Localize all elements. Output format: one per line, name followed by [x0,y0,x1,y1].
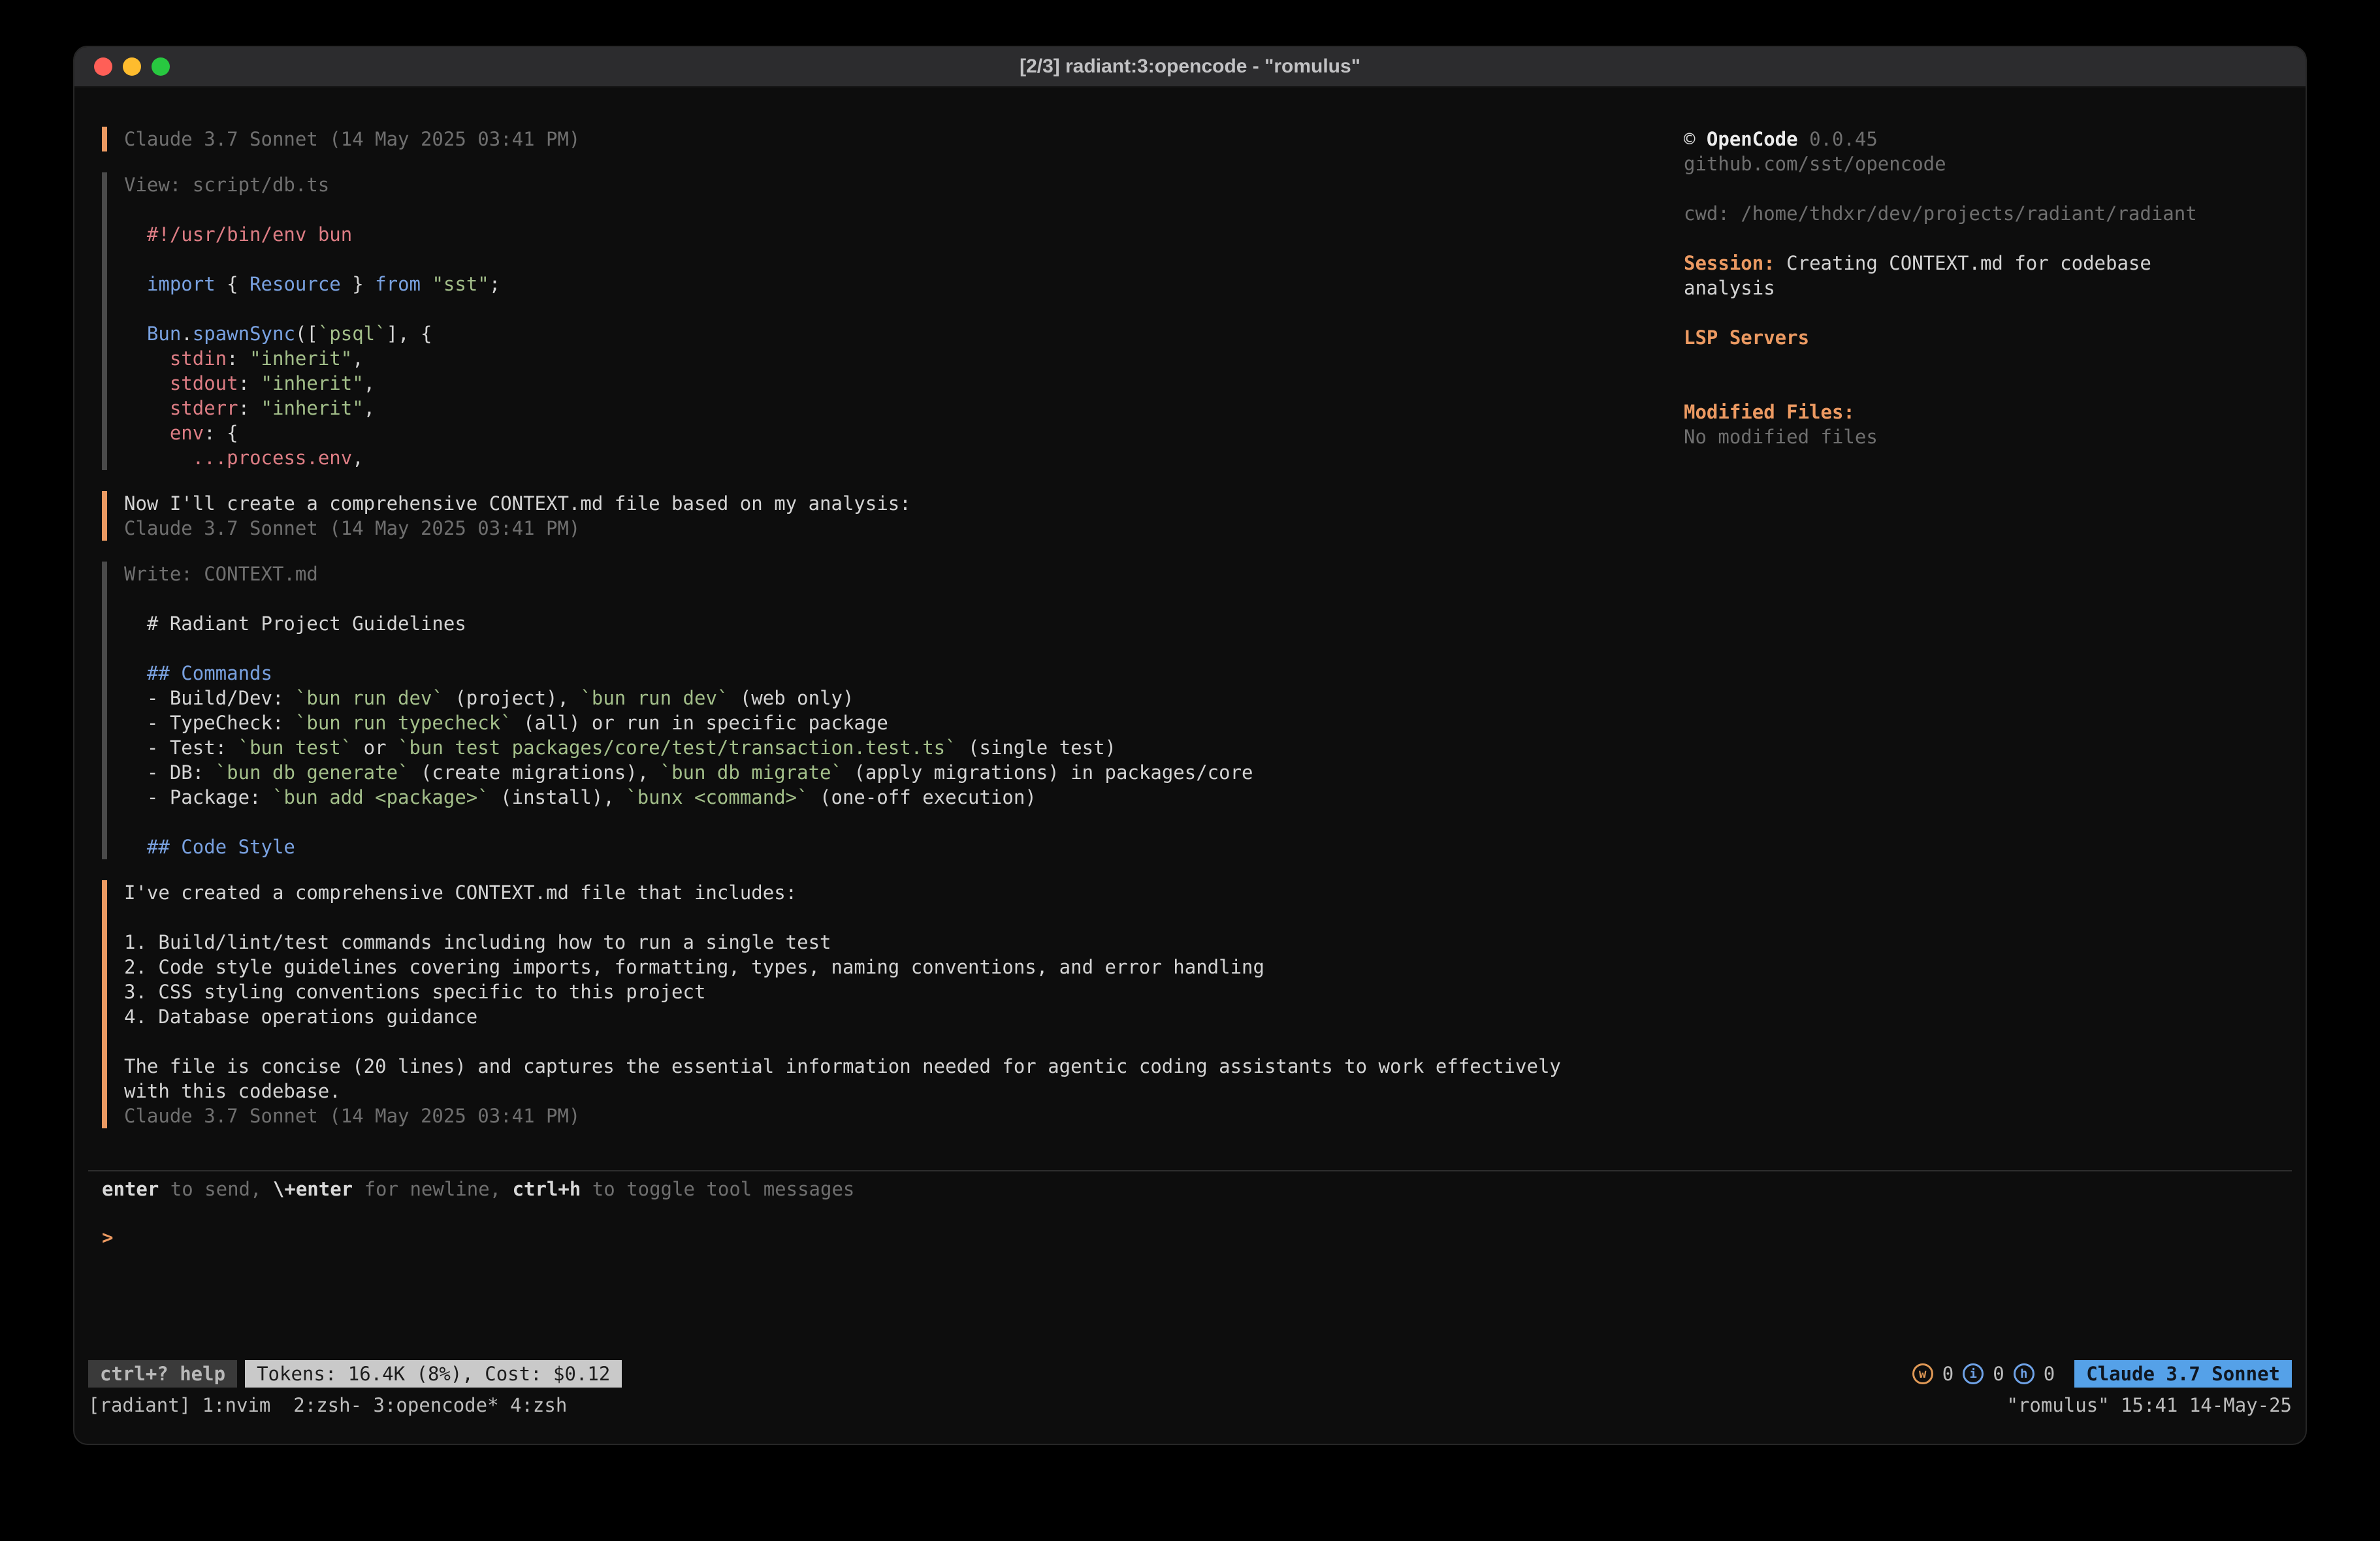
text-line: enter to send, \+enter for newline, ctrl… [102,1177,2306,1201]
chat-log: Claude 3.7 Sonnet (14 May 2025 03:41 PM)… [74,127,1684,1128]
text-line: #!/usr/bin/env bun [124,222,1684,247]
text-line [124,905,1684,930]
text-line: stderr: "inherit", [124,396,1684,421]
status-bar: ctrl+? help Tokens: 16.4K (8%), Cost: $0… [74,1360,2306,1388]
model-badge[interactable]: Claude 3.7 Sonnet [2074,1360,2292,1388]
zoom-button[interactable] [152,57,170,76]
tool-call-view: View: script/db.ts #!/usr/bin/env bun im… [102,172,1684,470]
window-titlebar: [2/3] radiant:3:opencode - "romulus" [74,47,2306,87]
text-line [124,197,1684,222]
main-columns: Claude 3.7 Sonnet (14 May 2025 03:41 PM)… [74,87,2306,1128]
tokens-cost-badge: Tokens: 16.4K (8%), Cost: $0.12 [245,1360,622,1388]
text-line: LSP Servers [1684,325,2286,350]
text-line: # Radiant Project Guidelines [124,611,1684,636]
text-line: - DB: `bun db generate` (create migratio… [124,760,1684,785]
text-line: Session: Creating CONTEXT.md for codebas… [1684,251,2286,276]
text-line: Claude 3.7 Sonnet (14 May 2025 03:41 PM) [124,127,1684,151]
tool-call-write: Write: CONTEXT.md # Radiant Project Guid… [102,562,1684,859]
warning-count-icon: w [1912,1363,1933,1384]
text-line: - Package: `bun add <package>` (install)… [124,785,1684,810]
text-line: 3. CSS styling conventions specific to t… [124,979,1684,1004]
session-sidebar: © OpenCode 0.0.45github.com/sst/opencode… [1684,127,2306,1128]
hint-count: 0 [2044,1361,2055,1386]
text-line: ...process.env, [124,445,1684,470]
text-line: stdin: "inherit", [124,346,1684,371]
text-line [124,810,1684,834]
text-line: Claude 3.7 Sonnet (14 May 2025 03:41 PM) [124,1104,1684,1128]
text-line: 4. Database operations guidance [124,1004,1684,1029]
prompt-caret: > [102,1226,113,1248]
text-line [1684,226,2286,251]
text-line: 2. Code style guidelines covering import… [124,955,1684,979]
terminal-empty-space [74,1250,2306,1360]
warning-count: 0 [1942,1361,1954,1386]
window-title: [2/3] radiant:3:opencode - "romulus" [74,56,2306,78]
close-button[interactable] [94,57,112,76]
text-line: © OpenCode 0.0.45 [1684,127,2286,151]
text-line: View: script/db.ts [124,172,1684,197]
terminal-content: Claude 3.7 Sonnet (14 May 2025 03:41 PM)… [74,87,2306,1444]
editor-divider [88,1170,2292,1171]
text-line: github.com/sst/opencode [1684,151,2286,176]
text-line: ## Code Style [124,834,1684,859]
tmux-statusline: [radiant] 1:nvim 2:zsh- 3:opencode* 4:zs… [74,1388,2306,1418]
text-line [124,296,1684,321]
traffic-lights [74,57,170,76]
hint-count-icon: h [2014,1363,2034,1384]
text-line: analysis [1684,276,2286,300]
editor-area: enter to send, \+enter for newline, ctrl… [74,1170,2306,1250]
text-line: env: { [124,421,1684,445]
text-line: 1. Build/lint/test commands including ho… [124,930,1684,955]
text-line [1684,375,2286,400]
minimize-button[interactable] [123,57,141,76]
assistant-message: I've created a comprehensive CONTEXT.md … [102,880,1684,1128]
text-line: cwd: /home/thdxr/dev/projects/radiant/ra… [1684,201,2286,226]
text-line [1684,350,2286,375]
text-line: Now I'll create a comprehensive CONTEXT.… [124,491,1684,516]
assistant-header: Claude 3.7 Sonnet (14 May 2025 03:41 PM) [102,127,1684,151]
text-line [1684,176,2286,201]
text-line [124,1029,1684,1054]
text-line [124,247,1684,272]
text-line: No modified files [1684,424,2286,449]
text-line: - Test: `bun test` or `bun test packages… [124,735,1684,760]
text-line: Bun.spawnSync([`psql`], { [124,321,1684,346]
help-badge: ctrl+? help [88,1360,237,1388]
text-line: The file is concise (20 lines) and captu… [124,1054,1684,1079]
keybind-hints: enter to send, \+enter for newline, ctrl… [102,1177,2306,1201]
text-line: Claude 3.7 Sonnet (14 May 2025 03:41 PM) [124,516,1684,541]
tmux-session-info: "romulus" 15:41 14-May-25 [2007,1393,2292,1418]
text-line: import { Resource } from "sst"; [124,272,1684,296]
text-line: ## Commands [124,661,1684,686]
text-line: I've created a comprehensive CONTEXT.md … [124,880,1684,905]
text-line: with this codebase. [124,1079,1684,1104]
assistant-message: Now I'll create a comprehensive CONTEXT.… [102,491,1684,541]
text-line [124,586,1684,611]
text-line: - Build/Dev: `bun run dev` (project), `b… [124,686,1684,710]
info-count: 0 [1993,1361,2004,1386]
text-line: Write: CONTEXT.md [124,562,1684,586]
terminal-window: [2/3] radiant:3:opencode - "romulus" Cla… [73,46,2307,1445]
text-line: stdout: "inherit", [124,371,1684,396]
diagnostics: w0i0h0 [1912,1361,2055,1386]
tmux-window-list[interactable]: [radiant] 1:nvim 2:zsh- 3:opencode* 4:zs… [88,1393,567,1418]
text-line: - TypeCheck: `bun run typecheck` (all) o… [124,710,1684,735]
text-line [1684,300,2286,325]
text-line: Modified Files: [1684,400,2286,424]
text-line [124,636,1684,661]
info-count-icon: i [1963,1363,1984,1384]
prompt-input[interactable]: > [102,1225,2306,1250]
